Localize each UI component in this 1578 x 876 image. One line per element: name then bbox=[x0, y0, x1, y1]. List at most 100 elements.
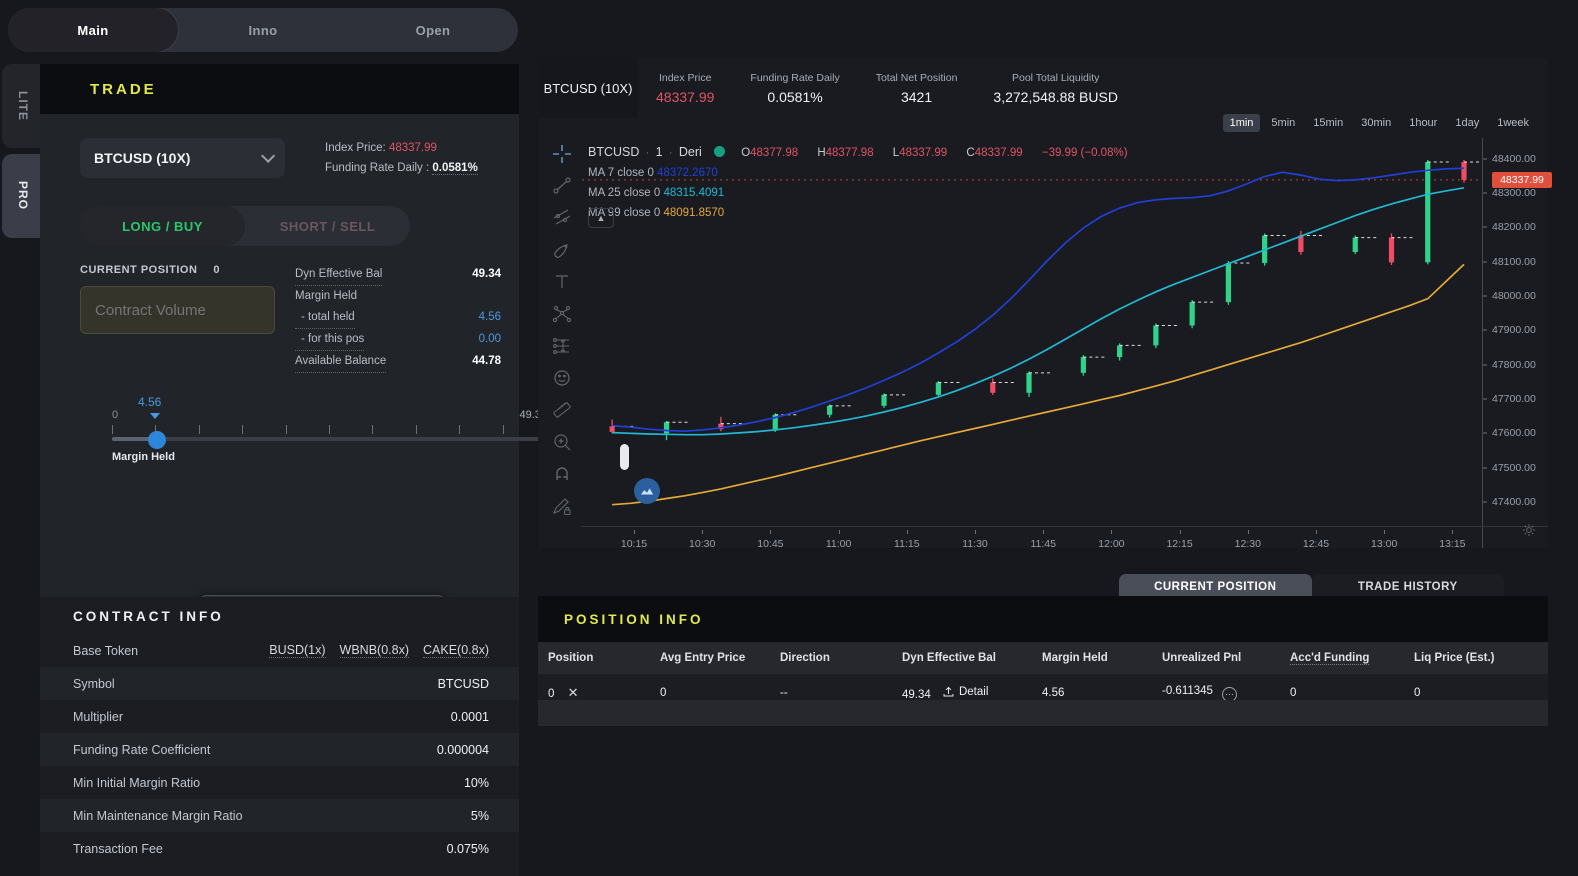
price-tick-label: 48400.00 bbox=[1492, 153, 1536, 165]
timeframe-30min[interactable]: 30min bbox=[1354, 114, 1398, 132]
time-tick bbox=[1043, 530, 1044, 534]
chart-plot-area[interactable]: BTCUSD · 1 · Deri O48377.98 H48377.98 L4… bbox=[582, 138, 1482, 526]
mode-tab-lite[interactable]: LITE bbox=[2, 64, 44, 148]
slider-label: Margin Held bbox=[112, 451, 175, 463]
order-entry: CURRENT POSITION 0 Dyn Effective Bal 49.… bbox=[40, 246, 519, 373]
chart-axis-divider bbox=[1482, 138, 1483, 548]
base-token-wbnb[interactable]: WBNB(0.8x) bbox=[340, 643, 409, 658]
time-tick bbox=[1111, 530, 1112, 534]
position-info-header: POSITION INFO bbox=[538, 596, 1548, 642]
symbol-label: Symbol bbox=[73, 677, 115, 691]
dyn-effective-bal-value: 49.34 bbox=[472, 264, 501, 286]
timeframe-1hour[interactable]: 1hour bbox=[1402, 114, 1444, 132]
mode-tab-pro[interactable]: PRO bbox=[2, 154, 44, 238]
brush-icon[interactable] bbox=[552, 240, 572, 260]
stat-pool-total-liquidity-value: 3,272,548.88 BUSD bbox=[993, 87, 1118, 107]
crosshair-icon[interactable] bbox=[552, 144, 572, 164]
detail-button[interactable]: Detail bbox=[942, 685, 988, 698]
time-tick bbox=[1316, 530, 1317, 534]
gear-icon[interactable] bbox=[1522, 523, 1536, 542]
available-balance-value: 44.78 bbox=[472, 351, 501, 373]
chart-drag-handle[interactable] bbox=[620, 444, 629, 470]
col-avg-entry-price: Avg Entry Price bbox=[660, 642, 780, 674]
funding-rate-label: Funding Rate Daily : bbox=[325, 162, 429, 174]
margin-slider[interactable]: 0 49.34 4.56 Margin Held bbox=[112, 399, 547, 469]
pencil-lock-icon[interactable] bbox=[552, 496, 572, 516]
balance-row-margin-held: Margin Held bbox=[295, 286, 501, 307]
fib-lines-icon[interactable] bbox=[552, 208, 572, 228]
slider-ticks bbox=[112, 425, 547, 434]
time-tick-label: 13:00 bbox=[1371, 538, 1397, 550]
funding-coefficient-value: 0.000004 bbox=[437, 743, 489, 757]
chart-time-axis[interactable]: 10:1510:3010:4511:0011:1511:3011:4512:00… bbox=[582, 530, 1482, 556]
symbol-value: BTCUSD bbox=[438, 677, 489, 691]
text-tool-icon[interactable] bbox=[552, 272, 572, 292]
legend-low: 48337.99 bbox=[899, 147, 947, 159]
col-margin-held: Margin Held bbox=[1042, 642, 1162, 674]
index-price-label: Index Price: bbox=[325, 142, 386, 154]
magnet-icon[interactable] bbox=[552, 464, 572, 484]
trading-app: Main Inno Open LITE PRO TRADE BTCUSD (10… bbox=[0, 0, 1578, 876]
timeframe-15min[interactable]: 15min bbox=[1306, 114, 1350, 132]
chart-price-axis[interactable]: 48400.0048300.0048200.0048100.0048000.00… bbox=[1482, 138, 1548, 526]
balance-row-total-held: - total held 4.56 bbox=[295, 307, 501, 329]
slider-rail[interactable] bbox=[112, 437, 547, 441]
slider-knob[interactable] bbox=[148, 431, 166, 449]
cell-position-value: 0 bbox=[548, 688, 554, 700]
slider-current-label: 4.56 bbox=[138, 395, 161, 409]
current-price-badge: 48337.99 bbox=[1492, 172, 1552, 188]
chart-indicator-button[interactable] bbox=[634, 478, 660, 504]
contract-info-row-transaction-fee: Transaction Fee 0.075% bbox=[40, 832, 519, 865]
stat-index-price-label: Index Price bbox=[656, 69, 714, 87]
trend-line-icon[interactable] bbox=[552, 176, 572, 196]
legend-ma7-label: MA 7 close 0 bbox=[588, 167, 654, 179]
zoom-in-icon[interactable] bbox=[552, 432, 572, 452]
current-position-row: CURRENT POSITION 0 bbox=[80, 264, 295, 276]
timeframe-1min[interactable]: 1min bbox=[1223, 114, 1261, 132]
cell-unrealized-pnl-value: -0.611345 bbox=[1162, 685, 1213, 697]
short-sell-button[interactable]: SHORT / SELL bbox=[245, 206, 410, 246]
time-tick-label: 12:45 bbox=[1303, 538, 1329, 550]
forecast-icon[interactable] bbox=[552, 336, 572, 356]
time-tick-label: 12:15 bbox=[1166, 538, 1192, 550]
contract-volume-input[interactable] bbox=[80, 286, 275, 334]
emoji-icon[interactable] bbox=[552, 368, 572, 388]
transaction-fee-label: Transaction Fee bbox=[73, 842, 163, 856]
time-tick bbox=[907, 530, 908, 534]
time-tick bbox=[770, 530, 771, 534]
available-balance-label: Available Balance bbox=[295, 351, 386, 373]
multiplier-value: 0.0001 bbox=[451, 710, 489, 724]
timeframe-1week[interactable]: 1week bbox=[1490, 114, 1536, 132]
time-tick-label: 11:00 bbox=[826, 538, 852, 550]
table-header-row: Position Avg Entry Price Direction Dyn E… bbox=[538, 642, 1548, 674]
chart-drawing-toolbar bbox=[542, 138, 582, 548]
base-token-busd[interactable]: BUSD(1x) bbox=[269, 643, 325, 658]
long-buy-button[interactable]: LONG / BUY bbox=[80, 206, 245, 246]
price-tick-label: 47900.00 bbox=[1492, 324, 1536, 336]
price-tick-label: 47700.00 bbox=[1492, 393, 1536, 405]
chart-legend: BTCUSD · 1 · Deri O48377.98 H48377.98 L4… bbox=[588, 142, 1131, 223]
legend-high-label: H bbox=[817, 147, 825, 159]
tab-inno[interactable]: Inno bbox=[178, 8, 348, 52]
time-tick bbox=[1180, 530, 1181, 534]
timeframe-5min[interactable]: 5min bbox=[1264, 114, 1302, 132]
symbol-select[interactable]: BTCUSD (10X) bbox=[80, 138, 285, 178]
legend-collapse-button[interactable]: ▲ bbox=[588, 208, 614, 228]
base-token-cake[interactable]: CAKE(0.8x) bbox=[423, 643, 489, 658]
ruler-icon[interactable] bbox=[552, 400, 572, 420]
stat-total-net-position: Total Net Position 3421 bbox=[858, 69, 976, 107]
top-tab-bar: Main Inno Open bbox=[8, 8, 518, 52]
time-tick-label: 10:45 bbox=[757, 538, 783, 550]
pattern-icon[interactable] bbox=[552, 304, 572, 324]
stat-funding-rate: Funding Rate Daily 0.0581% bbox=[732, 69, 857, 107]
timeframe-1day[interactable]: 1day bbox=[1448, 114, 1486, 132]
base-token-label: Base Token bbox=[73, 644, 138, 658]
funding-rate-value: 0.0581% bbox=[432, 162, 477, 175]
chevron-down-icon bbox=[261, 149, 275, 163]
tab-main[interactable]: Main bbox=[8, 8, 178, 52]
tab-open[interactable]: Open bbox=[348, 8, 518, 52]
close-icon[interactable]: ✕ bbox=[568, 685, 579, 701]
col-liq-price: Liq Price (Est.) bbox=[1414, 642, 1548, 674]
stat-pool-total-liquidity-label: Pool Total Liquidity bbox=[993, 69, 1118, 87]
detail-label: Detail bbox=[959, 686, 988, 698]
